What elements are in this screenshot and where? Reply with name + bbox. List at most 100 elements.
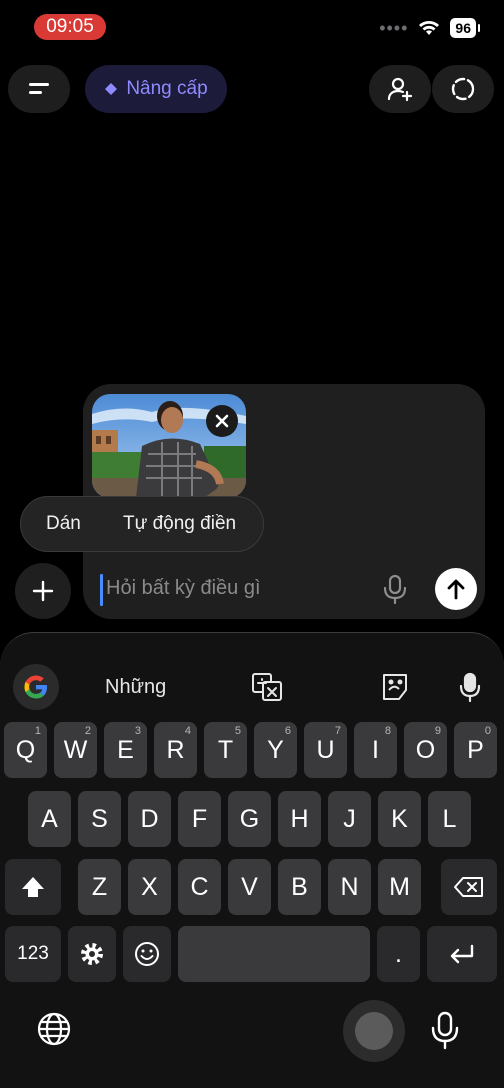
key-label: R [166,735,185,764]
space-key[interactable] [178,926,370,982]
key-label: W [63,735,88,764]
key-n[interactable]: N [328,859,371,915]
close-icon [215,414,229,428]
shift-icon [22,877,44,897]
key-label: O [415,735,436,764]
key-l[interactable]: L [428,791,471,847]
sticker-icon [383,674,407,700]
temporary-chat-button[interactable] [432,65,494,113]
home-indicator-button[interactable] [343,1000,405,1062]
key-label: Q [15,735,36,764]
key-v[interactable]: V [228,859,271,915]
upgrade-label: Nâng cấp [126,78,208,99]
key-s[interactable]: S [78,791,121,847]
add-attachment-button[interactable] [15,563,71,619]
key-hint: 5 [234,725,241,737]
microphone-icon [431,1011,459,1050]
text-caret [100,574,103,606]
menu-icon [29,83,49,94]
key-label: U [316,735,335,764]
keyboard-voice-button[interactable] [459,672,481,707]
globe-icon [37,1012,71,1046]
key-d[interactable]: D [128,791,171,847]
word-suggestion[interactable]: Những [105,676,166,699]
microphone-icon [459,672,481,703]
key-label: T [217,735,234,764]
key-hint: 1 [34,725,41,737]
key-label: Y [267,735,284,764]
key-c[interactable]: C [178,859,221,915]
key-f[interactable]: F [178,791,221,847]
dashed-circle-icon [451,77,475,101]
key-t[interactable]: T5 [204,722,247,778]
dictation-button[interactable] [382,574,408,609]
return-icon [450,944,474,964]
sticker-button[interactable] [381,672,409,707]
key-o[interactable]: O9 [404,722,447,778]
key-j[interactable]: J [328,791,371,847]
emoji-icon [135,942,159,966]
key-hint: 0 [484,725,491,737]
google-button[interactable] [13,664,59,710]
settings-key[interactable] [68,926,116,982]
key-k[interactable]: K [378,791,421,847]
status-time: 09:05 [34,14,106,40]
language-switch-button[interactable] [35,1010,73,1053]
message-input[interactable]: Hỏi bất kỳ điều gì [106,577,261,600]
system-dictation-button[interactable] [430,1010,460,1055]
remove-photo-button[interactable] [206,405,238,437]
add-user-button[interactable] [369,65,431,113]
backspace-key[interactable] [441,859,497,915]
key-hint: 6 [284,725,291,737]
send-button[interactable] [435,568,477,610]
plus-icon [32,580,54,602]
key-a[interactable]: A [28,791,71,847]
key-q[interactable]: Q1 [4,722,47,778]
status-indicators: •••• 96 [379,18,480,38]
paste-menu-item[interactable]: Dán [46,513,81,535]
return-key[interactable] [427,926,497,982]
key-label: P [467,735,484,764]
key-hint: 8 [384,725,391,737]
autofill-menu-item[interactable]: Tự động điền [123,513,236,535]
key-hint: 4 [184,725,191,737]
key-y[interactable]: Y6 [254,722,297,778]
upgrade-button[interactable]: Nâng cấp [85,65,227,113]
key-hint: 7 [334,725,341,737]
google-icon [24,675,47,699]
key-e[interactable]: E3 [104,722,147,778]
key-hint: 2 [84,725,91,737]
gear-icon [81,943,103,965]
key-label: E [117,735,134,764]
key-p[interactable]: P0 [454,722,497,778]
period-key[interactable]: . [377,926,420,982]
battery-indicator: 96 [450,18,480,38]
shift-key[interactable] [5,859,61,915]
key-b[interactable]: B [278,859,321,915]
key-m[interactable]: M [378,859,421,915]
key-u[interactable]: U7 [304,722,347,778]
microphone-icon [383,574,407,605]
menu-button[interactable] [8,65,70,113]
home-indicator-dot [355,1012,393,1050]
translate-button[interactable] [251,672,283,707]
emoji-key[interactable] [123,926,171,982]
backspace-icon [454,877,483,897]
context-menu: Dán Tự động điền [20,496,264,552]
key-g[interactable]: G [228,791,271,847]
key-label: I [372,735,379,764]
key-x[interactable]: X [128,859,171,915]
arrow-up-icon [447,579,465,600]
key-i[interactable]: I8 [354,722,397,778]
key-hint: 9 [434,725,441,737]
key-h[interactable]: H [278,791,321,847]
add-user-icon [387,77,413,102]
diamond-icon [105,83,118,95]
translate-icon [252,673,282,701]
wifi-icon [419,21,440,35]
key-r[interactable]: R4 [154,722,197,778]
numbers-key[interactable]: 123 [5,926,61,982]
signal-dots-icon: •••• [379,18,409,38]
key-w[interactable]: W2 [54,722,97,778]
key-z[interactable]: Z [78,859,121,915]
